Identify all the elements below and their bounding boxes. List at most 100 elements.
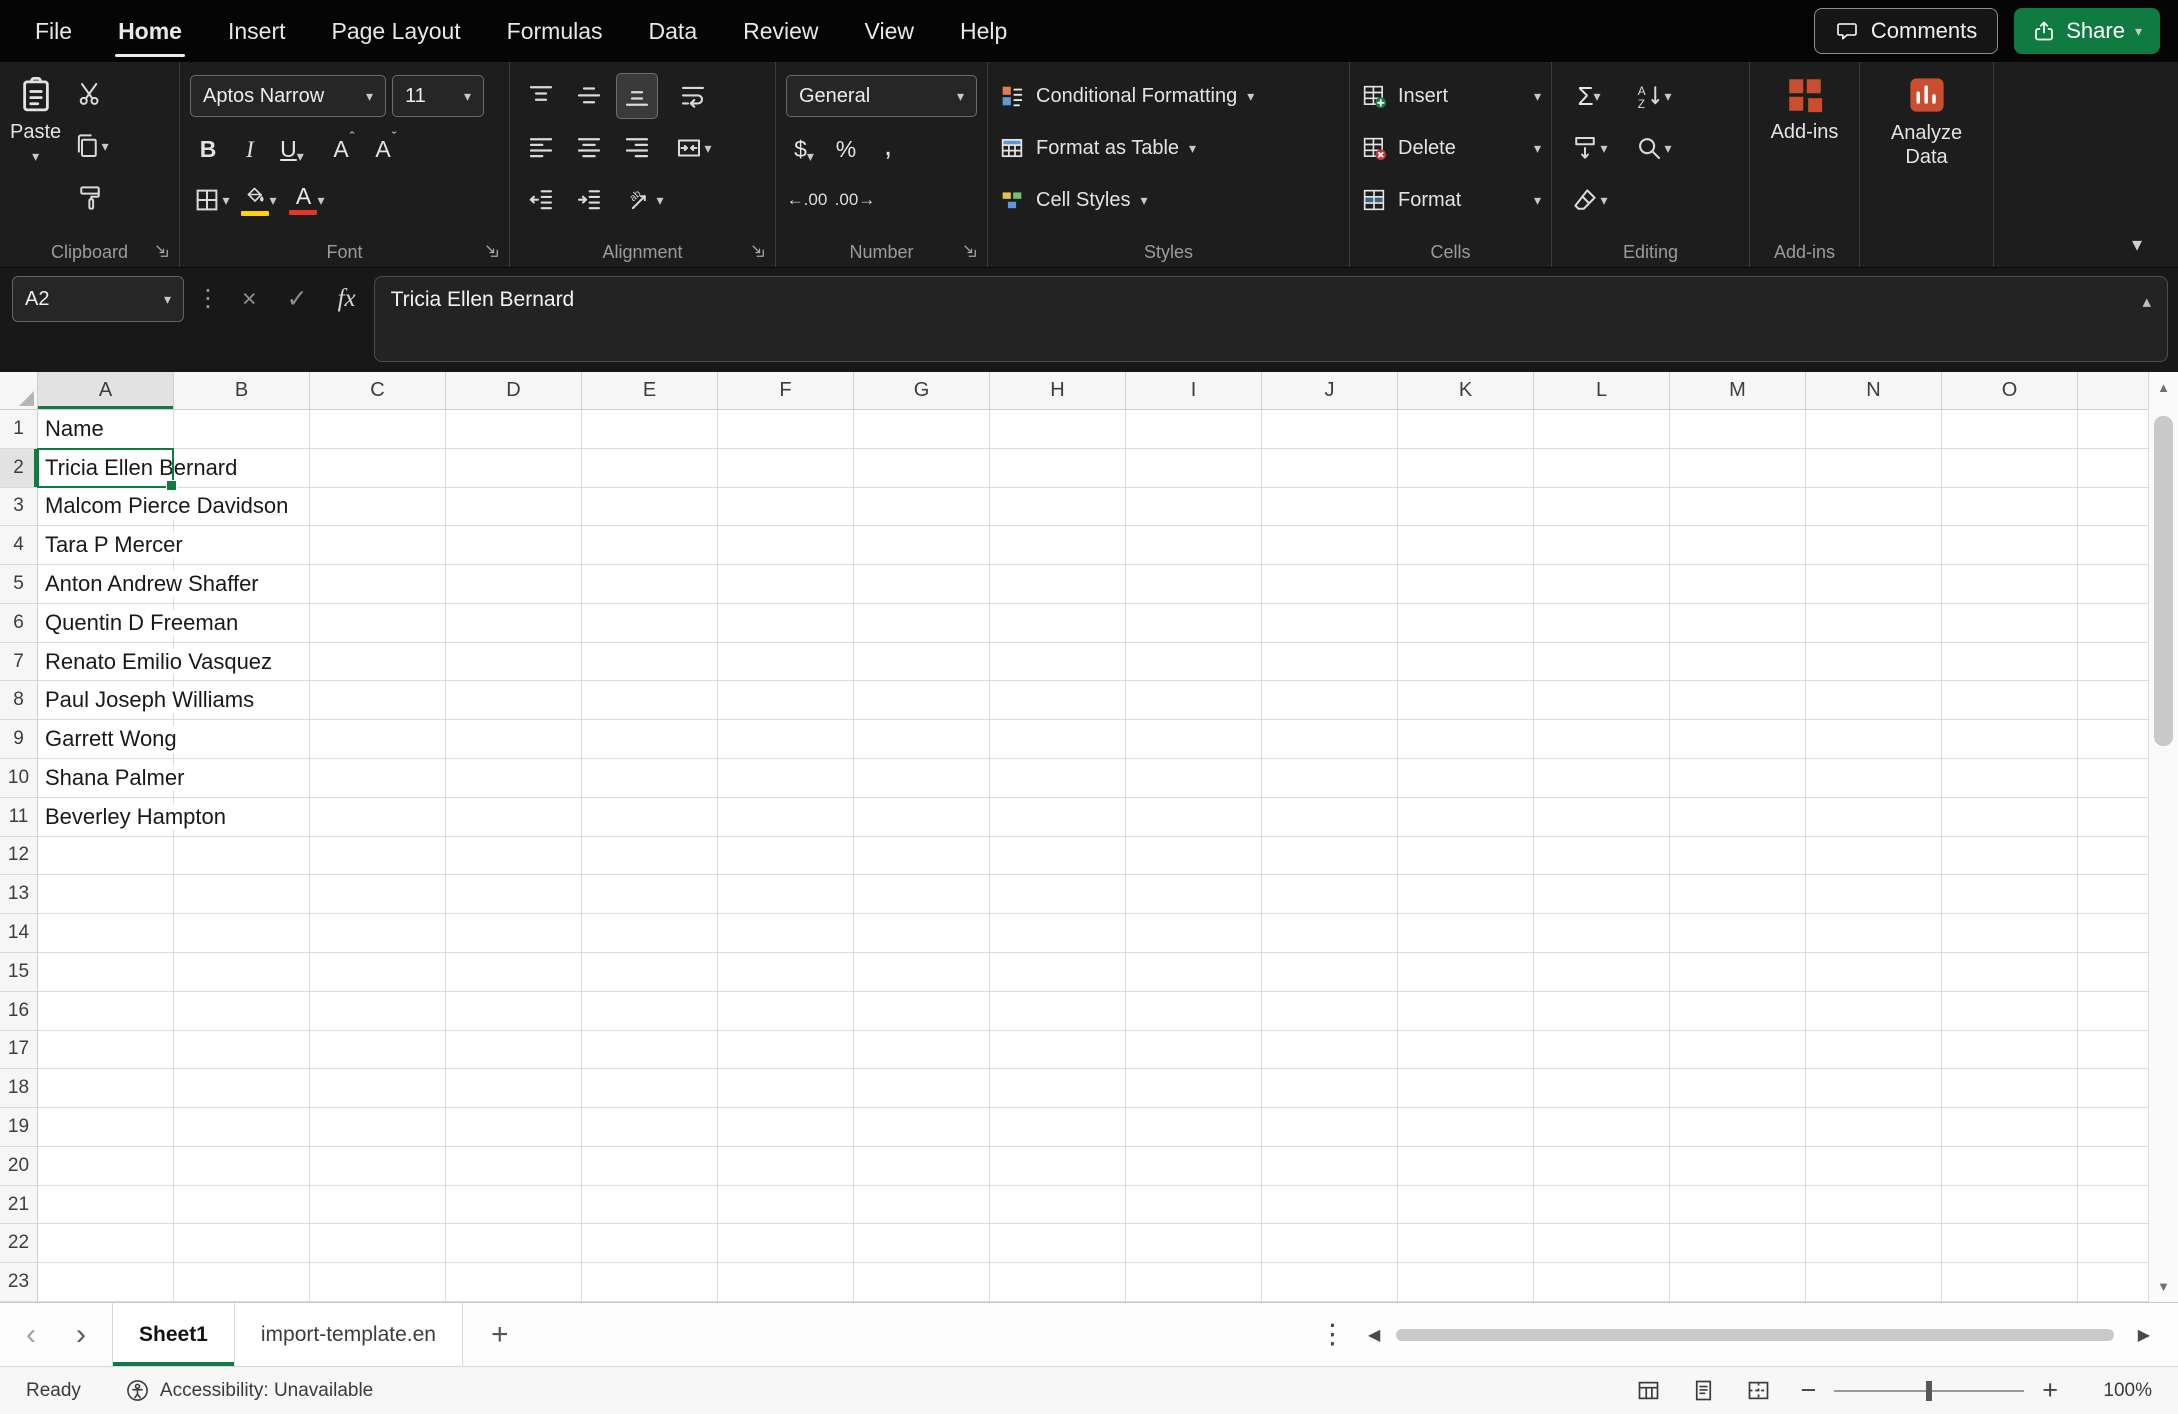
cell-A11[interactable]: Beverley Hampton: [38, 798, 174, 837]
cell-partial-17[interactable]: [2078, 1031, 2148, 1070]
row-header-23[interactable]: 23: [0, 1263, 38, 1302]
cell-C17[interactable]: [310, 1031, 446, 1070]
horizontal-scrollbar-thumb[interactable]: [1396, 1329, 2113, 1341]
cell-K6[interactable]: [1398, 604, 1534, 643]
cell-I4[interactable]: [1126, 526, 1262, 565]
cell-D23[interactable]: [446, 1263, 582, 1302]
cell-O18[interactable]: [1942, 1069, 2078, 1108]
cell-L1[interactable]: [1534, 410, 1670, 449]
cell-C7[interactable]: [310, 643, 446, 682]
cell-B21[interactable]: [174, 1186, 310, 1225]
row-header-11[interactable]: 11: [0, 798, 38, 837]
cell-J18[interactable]: [1262, 1069, 1398, 1108]
cell-K19[interactable]: [1398, 1108, 1534, 1147]
cell-G1[interactable]: [854, 410, 990, 449]
cell-O22[interactable]: [1942, 1224, 2078, 1263]
cell-G14[interactable]: [854, 914, 990, 953]
cell-J21[interactable]: [1262, 1186, 1398, 1225]
cell-A5[interactable]: Anton Andrew Shaffer: [38, 565, 174, 604]
column-header-F[interactable]: F: [718, 372, 854, 410]
cell-K20[interactable]: [1398, 1147, 1534, 1186]
sheet-tab-sheet1[interactable]: Sheet1: [112, 1303, 235, 1366]
cell-J17[interactable]: [1262, 1031, 1398, 1070]
cell-M4[interactable]: [1670, 526, 1806, 565]
cell-K17[interactable]: [1398, 1031, 1534, 1070]
cell-B18[interactable]: [174, 1069, 310, 1108]
cell-E12[interactable]: [582, 837, 718, 876]
cell-E14[interactable]: [582, 914, 718, 953]
row-header-9[interactable]: 9: [0, 720, 38, 759]
column-header-I[interactable]: I: [1126, 372, 1262, 410]
column-header-O[interactable]: O: [1942, 372, 2078, 410]
italic-button[interactable]: I: [232, 126, 268, 170]
cell-L23[interactable]: [1534, 1263, 1670, 1302]
cell-D20[interactable]: [446, 1147, 582, 1186]
comments-button[interactable]: Comments: [1814, 8, 1998, 54]
cell-partial-8[interactable]: [2078, 681, 2148, 720]
cell-A3[interactable]: Malcom Pierce Davidson: [38, 488, 174, 527]
cell-I17[interactable]: [1126, 1031, 1262, 1070]
row-header-2[interactable]: 2: [0, 449, 38, 488]
cell-E5[interactable]: [582, 565, 718, 604]
cell-K10[interactable]: [1398, 759, 1534, 798]
cell-K11[interactable]: [1398, 798, 1534, 837]
cell-N13[interactable]: [1806, 875, 1942, 914]
cell-partial-22[interactable]: [2078, 1224, 2148, 1263]
cell-K15[interactable]: [1398, 953, 1534, 992]
formula-input[interactable]: Tricia Ellen Bernard ▴: [374, 276, 2168, 362]
column-header-H[interactable]: H: [990, 372, 1126, 410]
cell-M6[interactable]: [1670, 604, 1806, 643]
cell-L17[interactable]: [1534, 1031, 1670, 1070]
cell-A9[interactable]: Garrett Wong: [38, 720, 174, 759]
column-header-B[interactable]: B: [174, 372, 310, 410]
cell-L12[interactable]: [1534, 837, 1670, 876]
cell-F16[interactable]: [718, 992, 854, 1031]
page-break-view-button[interactable]: [1745, 1377, 1772, 1404]
cell-A2[interactable]: Tricia Ellen Bernard: [38, 449, 174, 488]
cell-I2[interactable]: [1126, 449, 1262, 488]
cell-H22[interactable]: [990, 1224, 1126, 1263]
cell-D2[interactable]: [446, 449, 582, 488]
cell-I22[interactable]: [1126, 1224, 1262, 1263]
cell-N9[interactable]: [1806, 720, 1942, 759]
cell-O13[interactable]: [1942, 875, 2078, 914]
cell-L13[interactable]: [1534, 875, 1670, 914]
cell-H20[interactable]: [990, 1147, 1126, 1186]
cell-O15[interactable]: [1942, 953, 2078, 992]
cell-C16[interactable]: [310, 992, 446, 1031]
cell-L11[interactable]: [1534, 798, 1670, 837]
cell-M18[interactable]: [1670, 1069, 1806, 1108]
cell-N10[interactable]: [1806, 759, 1942, 798]
cell-E16[interactable]: [582, 992, 718, 1031]
cell-D6[interactable]: [446, 604, 582, 643]
cell-O14[interactable]: [1942, 914, 2078, 953]
column-header-partial[interactable]: [2078, 372, 2148, 410]
cell-N12[interactable]: [1806, 837, 1942, 876]
cell-B15[interactable]: [174, 953, 310, 992]
cell-B20[interactable]: [174, 1147, 310, 1186]
cell-M3[interactable]: [1670, 488, 1806, 527]
previous-sheet-icon[interactable]: ‹: [26, 1318, 36, 1352]
decrease-decimal-button[interactable]: .00→: [834, 177, 876, 223]
number-format-select[interactable]: General ▾: [786, 75, 977, 117]
cell-I21[interactable]: [1126, 1186, 1262, 1225]
cell-I19[interactable]: [1126, 1108, 1262, 1147]
ribbon-tab-file[interactable]: File: [12, 0, 95, 62]
cell-G9[interactable]: [854, 720, 990, 759]
cell-O2[interactable]: [1942, 449, 2078, 488]
font-size-select[interactable]: 11 ▾: [392, 75, 484, 117]
cell-I13[interactable]: [1126, 875, 1262, 914]
paste-button[interactable]: Paste ▾: [10, 70, 61, 222]
next-sheet-icon[interactable]: ›: [76, 1318, 86, 1352]
cell-G16[interactable]: [854, 992, 990, 1031]
cell-G23[interactable]: [854, 1263, 990, 1302]
horizontal-scrollbar-track[interactable]: [1392, 1327, 2125, 1343]
clipboard-dialog-launcher-icon[interactable]: [153, 242, 171, 260]
cell-F11[interactable]: [718, 798, 854, 837]
addins-button[interactable]: Add-ins: [1760, 70, 1849, 144]
share-button[interactable]: Share ▾: [2014, 8, 2160, 54]
cell-D3[interactable]: [446, 488, 582, 527]
cell-E1[interactable]: [582, 410, 718, 449]
accessibility-status[interactable]: Accessibility: Unavailable: [125, 1378, 373, 1403]
cell-E19[interactable]: [582, 1108, 718, 1147]
